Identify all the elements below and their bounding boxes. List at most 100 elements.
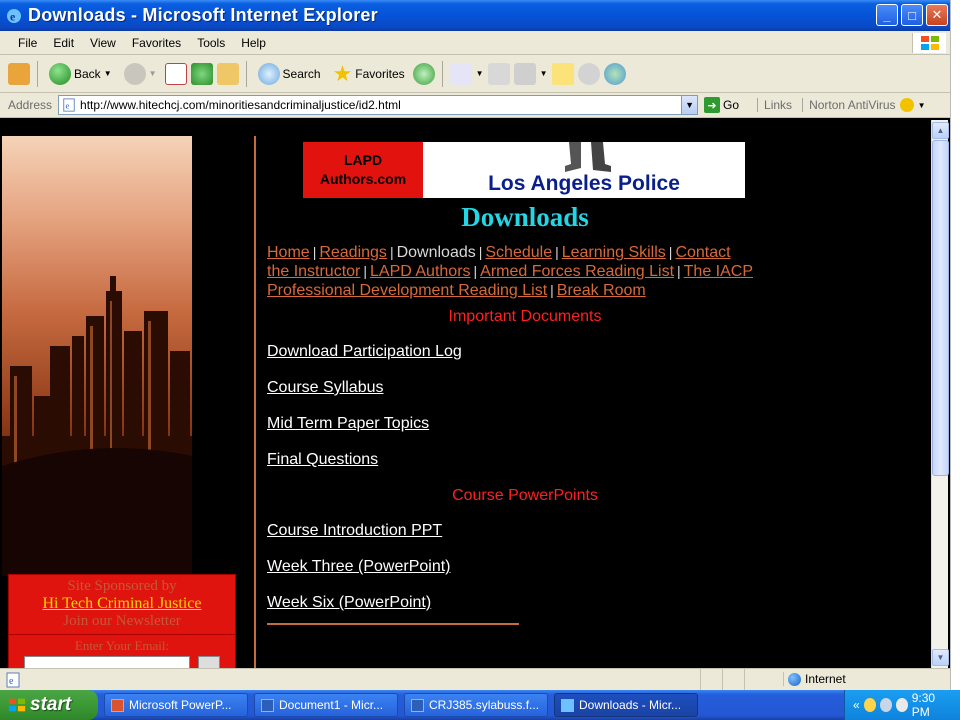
search-icon: [257, 62, 280, 85]
notes-icon[interactable]: [551, 62, 574, 85]
close-button[interactable]: ✕: [926, 4, 948, 26]
print-icon[interactable]: [487, 62, 510, 85]
stop-icon[interactable]: [164, 62, 187, 85]
dropdown-arrow-icon[interactable]: ▼: [149, 69, 157, 78]
taskbar: start Microsoft PowerP... Document1 - Mi…: [0, 690, 960, 720]
taskbar-item-powerpoint[interactable]: Microsoft PowerP...: [104, 693, 248, 717]
page-title: Downloads: [461, 202, 589, 232]
nav-contact[interactable]: Contact: [675, 244, 730, 261]
week-six-powerpoint-link[interactable]: Week Six (PowerPoint): [267, 594, 431, 612]
dropdown-arrow-icon[interactable]: ▼: [104, 69, 112, 78]
vertical-divider: [254, 136, 256, 668]
scroll-up-button[interactable]: ▲: [932, 122, 949, 139]
week-three-powerpoint-link[interactable]: Week Three (PowerPoint): [267, 558, 450, 576]
forward-button[interactable]: ▼: [120, 59, 161, 89]
nav-iacp[interactable]: The IACP: [684, 263, 753, 280]
favorites-button[interactable]: ★ Favorites: [329, 59, 409, 89]
email-input[interactable]: [24, 656, 190, 668]
nav-schedule[interactable]: Schedule: [485, 244, 552, 261]
address-dropdown-button[interactable]: ▼: [681, 96, 698, 114]
taskbar-item-label: Document1 - Micr...: [279, 698, 384, 712]
skyline-graphic: [2, 276, 192, 576]
nav-iacp-cont[interactable]: Professional Development Reading List: [267, 282, 547, 299]
status-panels: [700, 669, 766, 691]
vertical-scrollbar[interactable]: ▲ ▼: [931, 120, 949, 668]
email-submit-button[interactable]: [198, 656, 220, 668]
nav-armed-forces[interactable]: Armed Forces Reading List: [480, 263, 674, 280]
scroll-down-button[interactable]: ▼: [932, 649, 949, 666]
dropdown-arrow-icon[interactable]: ▼: [476, 69, 484, 78]
windows-flag-icon: [912, 33, 946, 53]
start-button[interactable]: start: [0, 690, 98, 720]
dropdown-arrow-icon[interactable]: ▼: [918, 101, 926, 110]
mail-icon[interactable]: [449, 62, 472, 85]
address-url: http://www.hitechcj.com/minoritiesandcri…: [80, 98, 401, 112]
norton-label: Norton AntiVirus: [809, 98, 896, 112]
ie-icon: [561, 698, 574, 712]
star-icon: ★: [332, 60, 353, 86]
go-arrow-icon: ➜: [704, 97, 721, 113]
svg-text:e: e: [10, 9, 16, 23]
menu-edit[interactable]: Edit: [45, 36, 82, 50]
nav-contact-cont[interactable]: the Instructor: [267, 263, 360, 280]
maximize-button[interactable]: □: [901, 4, 923, 26]
site-navigation: Home | Readings | Downloads | Schedule | Learnin…: [267, 243, 803, 300]
sponsor-link[interactable]: Hi Tech Criminal Justice: [9, 595, 235, 613]
word-icon: [411, 698, 424, 712]
refresh-icon[interactable]: [190, 62, 213, 85]
start-label: start: [30, 694, 72, 715]
scroll-thumb[interactable]: [932, 140, 949, 476]
edit-icon[interactable]: [513, 62, 536, 85]
nav-learning-skills[interactable]: Learning Skills: [562, 244, 666, 261]
taskbar-item-label: Microsoft PowerP...: [129, 698, 232, 712]
tray-network-icon[interactable]: [879, 698, 892, 712]
search-button[interactable]: Search: [254, 59, 325, 89]
final-questions-link[interactable]: Final Questions: [267, 451, 378, 469]
nav-separator: |: [668, 244, 673, 260]
address-input[interactable]: e http://www.hitechcj.com/minoritiesandc…: [58, 95, 699, 115]
lapd-banner-line2: Authors.com: [319, 171, 407, 187]
nav-break-room[interactable]: Break Room: [557, 282, 646, 299]
home-icon[interactable]: [216, 62, 239, 85]
download-participation-log-link[interactable]: Download Participation Log: [267, 343, 462, 361]
go-button[interactable]: ➜ Go: [704, 97, 739, 113]
new-page-icon[interactable]: [8, 62, 30, 85]
minimize-button[interactable]: _: [876, 4, 898, 26]
nav-lapd-authors[interactable]: LAPD Authors: [370, 263, 471, 280]
course-introduction-ppt-link[interactable]: Course Introduction PPT: [267, 522, 442, 540]
tray-volume-icon[interactable]: [895, 698, 908, 712]
norton-shield-icon: [899, 98, 914, 112]
nav-readings[interactable]: Readings: [319, 244, 387, 261]
nav-home[interactable]: Home: [267, 244, 310, 261]
tray-norton-icon[interactable]: [863, 698, 876, 712]
links-button[interactable]: Links: [757, 98, 792, 112]
taskbar-item-syllabus[interactable]: CRJ385.sylabuss.f...: [404, 693, 548, 717]
globe-icon: [788, 672, 801, 686]
menu-view[interactable]: View: [82, 36, 124, 50]
menu-tools[interactable]: Tools: [189, 36, 233, 50]
back-button[interactable]: Back ▼: [45, 59, 116, 89]
menu-file[interactable]: File: [10, 36, 45, 50]
security-zone: Internet: [783, 672, 950, 686]
menu-help[interactable]: Help: [233, 36, 274, 50]
email-form: [9, 656, 235, 668]
mid-term-paper-topics-link[interactable]: Mid Term Paper Topics: [267, 415, 429, 433]
discuss-icon[interactable]: [577, 62, 600, 85]
nav-separator: |: [677, 263, 681, 279]
window-controls: _ □ ✕: [876, 4, 948, 26]
taskbar-item-label: CRJ385.sylabuss.f...: [429, 698, 540, 712]
taskbar-item-document1[interactable]: Document1 - Micr...: [254, 693, 398, 717]
history-icon[interactable]: [412, 62, 435, 85]
course-syllabus-link[interactable]: Course Syllabus: [267, 379, 384, 397]
lapd-authors-banner[interactable]: LAPD Authors.com: [303, 142, 423, 198]
tray-chevron-icon[interactable]: «: [853, 698, 860, 712]
page-status-icon: e: [6, 672, 20, 687]
taskbar-item-downloads[interactable]: Downloads - Micr...: [554, 693, 698, 717]
address-label: Address: [8, 98, 53, 112]
nav-downloads-current: Downloads: [396, 244, 476, 261]
menu-favorites[interactable]: Favorites: [124, 36, 189, 50]
dropdown-arrow-icon[interactable]: ▼: [540, 69, 548, 78]
messenger-icon[interactable]: [603, 62, 626, 85]
norton-antivirus-button[interactable]: Norton AntiVirus ▼: [802, 98, 925, 112]
search-label: Search: [282, 66, 321, 81]
